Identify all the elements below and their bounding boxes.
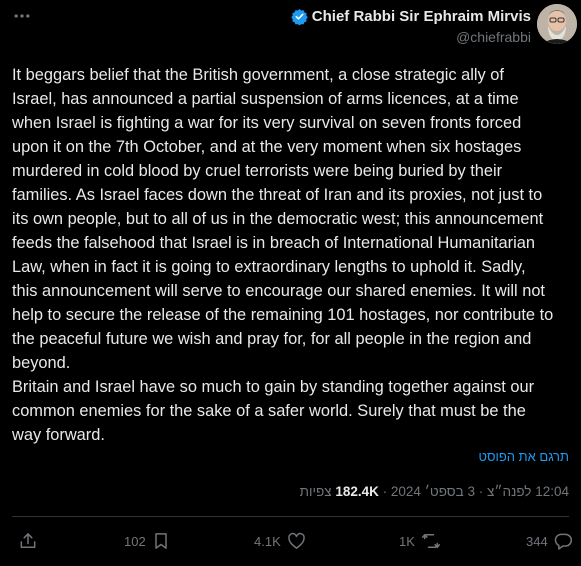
heart-icon [287, 532, 305, 549]
views-label: צפיות [299, 484, 332, 499]
tweet-header: Chief Rabbi Sir Ephraim Mirvis @chiefrab… [0, 0, 581, 60]
retweet-count: 1K [399, 533, 415, 549]
retweet-button[interactable]: 1K [399, 531, 442, 551]
translate-post-link[interactable]: תרגם את הפוסט [478, 449, 569, 464]
tweet-meta: 12:04 לפנה״צ · 3 בספט׳ 2024 · 182.4K צפי… [300, 484, 569, 499]
meta-separator: · [378, 484, 388, 499]
bookmark-count: 102 [124, 533, 146, 549]
divider [12, 516, 569, 517]
like-button[interactable]: 4.1K [254, 531, 307, 551]
reply-icon [554, 533, 572, 550]
tweet-text: It beggars belief that the British gover… [12, 66, 554, 444]
author-handle[interactable]: @chiefrabbi [291, 29, 531, 45]
more-options-button[interactable] [10, 6, 34, 26]
bookmark-icon [154, 533, 167, 549]
bookmark-button[interactable]: 102 [124, 531, 171, 551]
reply-count: 344 [526, 533, 548, 549]
share-icon [20, 533, 36, 548]
tweet-time[interactable]: 12:04 לפנה״צ [487, 484, 569, 499]
like-count: 4.1K [254, 533, 281, 549]
action-bar: 344 1K 4.1K 102 [0, 525, 581, 559]
avatar-image [537, 4, 577, 44]
meta-separator: · [475, 484, 484, 499]
avatar[interactable] [537, 4, 577, 44]
more-icon [14, 14, 30, 18]
share-button[interactable] [18, 531, 38, 551]
author-name[interactable]: Chief Rabbi Sir Ephraim Mirvis [312, 8, 531, 25]
reply-button[interactable]: 344 [526, 531, 573, 551]
views-count: 182.4K [335, 484, 379, 499]
author-block[interactable]: Chief Rabbi Sir Ephraim Mirvis @chiefrab… [291, 6, 531, 45]
verified-badge-icon [291, 8, 308, 25]
tweet-date[interactable]: 3 בספט׳ 2024 [391, 484, 475, 499]
retweet-icon [421, 534, 440, 548]
